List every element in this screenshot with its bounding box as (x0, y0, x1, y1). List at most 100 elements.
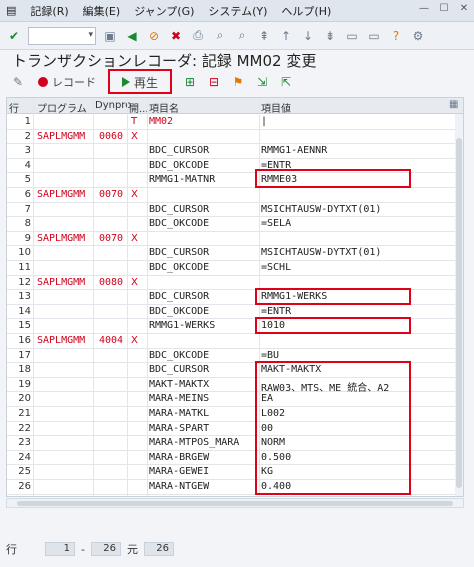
cell-dynpro: 4004 (99, 335, 124, 346)
cell-row-number: 7 (24, 203, 31, 215)
command-field[interactable]: ▾ (28, 26, 96, 45)
vertical-scrollbar[interactable] (455, 114, 463, 496)
next-page-icon[interactable]: ↓ (300, 28, 316, 44)
cell-field-value[interactable]: =SELA (261, 218, 291, 229)
minimize-icon[interactable]: — (418, 3, 430, 15)
cell-field-value[interactable]: =SCHL (261, 262, 291, 273)
new-session-icon[interactable]: ▭ (344, 28, 360, 44)
table-row[interactable]: 11 BDC_OKCODE =SCHL (7, 261, 455, 276)
header-value[interactable]: 項目値 (261, 100, 291, 115)
menu-item-edit[interactable]: 編集(E) (83, 3, 121, 19)
cell-field-value[interactable]: RMMG1-AENNR (261, 145, 327, 156)
row-to-field[interactable]: 26 (90, 542, 121, 556)
prev-page-icon[interactable]: ↑ (278, 28, 294, 44)
header-start[interactable]: 開... (129, 100, 149, 115)
cell-program: SAPLMGMM (37, 335, 86, 346)
cell-dynpro: 0080 (99, 276, 124, 288)
record-button[interactable]: レコード (34, 72, 100, 92)
table-row[interactable]: 9 SAPLMGMM 0070 X (7, 232, 455, 247)
cell-field-name: BDC_CURSOR (149, 364, 210, 376)
settings-icon[interactable]: ⚙ (410, 28, 426, 44)
cell-start-flag: X (131, 276, 138, 288)
cell-field-name: BDC_CURSOR (149, 291, 210, 303)
header-program[interactable]: プログラム (37, 100, 87, 115)
cell-field-value[interactable]: =ENTR (261, 306, 291, 317)
record-label: レコード (52, 76, 96, 89)
application-toolbar: ✎ レコード 再生 ⊞ ⊟ ⚑ ⇲ ⇱ (0, 70, 474, 94)
header-row[interactable]: 行 (9, 100, 19, 115)
shortcut-icon[interactable]: ▭ (366, 28, 382, 44)
cell-row-number: 15 (18, 320, 31, 332)
menu-item-jump[interactable]: ジャンプ(G) (134, 3, 194, 19)
cell-field-name: RMMG1-WERKS (149, 320, 216, 332)
export-icon[interactable]: ⇲ (254, 74, 270, 90)
cell-field-value[interactable]: | (261, 116, 267, 127)
cell-field-value[interactable]: MSICHTAUSW-DYTXT(01) (261, 247, 381, 258)
menu-item-record[interactable]: 記録(R) (30, 3, 68, 19)
row-total-field: 26 (143, 542, 174, 556)
screen-icon[interactable]: ⚑ (230, 74, 246, 90)
table-row[interactable]: 6 SAPLMGMM 0070 X (7, 188, 455, 203)
cell-field-name: MARA-SPART (149, 422, 210, 434)
scroll-thumb[interactable] (17, 501, 453, 506)
cell-row-number: 4 (24, 159, 31, 171)
enter-icon[interactable]: ✔ (6, 28, 22, 44)
table-row[interactable]: 8 BDC_OKCODE =SELA (7, 217, 455, 232)
cell-row-number: 19 (18, 378, 31, 390)
find-icon[interactable]: ⌕ (212, 28, 228, 44)
cell-row-number: 26 (18, 481, 31, 492)
pencil-icon[interactable]: ✎ (10, 74, 26, 90)
cell-start-flag: X (131, 189, 138, 200)
horizontal-scrollbar[interactable] (6, 498, 464, 508)
delete-line-icon[interactable]: ⊟ (206, 74, 222, 90)
print-icon[interactable]: ⎙ (190, 28, 206, 44)
cell-field-name: BDC_OKCODE (149, 349, 210, 361)
chevron-down-icon[interactable]: ▾ (88, 30, 93, 40)
value-highlight-box (255, 288, 411, 305)
find-next-icon[interactable]: ⌕ (234, 28, 250, 44)
menu-icon[interactable]: ▤ (6, 4, 16, 17)
cell-field-name: RMMG1-MATNR (149, 174, 216, 186)
cell-program: SAPLMGMM (37, 130, 86, 142)
footer-row-label: 行 (6, 543, 17, 556)
first-page-icon[interactable]: ⇞ (256, 28, 272, 44)
cell-field-value[interactable]: MSICHTAUSW-DYTXT(01) (261, 204, 381, 215)
table-row[interactable]: 7 BDC_CURSOR MSICHTAUSW-DYTXT(01) (7, 203, 455, 218)
cell-field-name: BDC_OKCODE (149, 159, 210, 171)
cell-row-number: 6 (24, 189, 31, 200)
cancel-icon[interactable]: ✖ (168, 28, 184, 44)
layout-icon[interactable]: ▦ (449, 99, 458, 110)
cell-field-value[interactable]: =BU (261, 350, 279, 361)
row-from-field[interactable]: 1 (45, 542, 75, 556)
table-row[interactable]: 16 SAPLMGMM 4004 X (7, 334, 455, 349)
cell-row-number: 2 (24, 130, 31, 142)
close-icon[interactable]: ✕ (458, 3, 470, 15)
table-row[interactable]: 1 T MM02 | (7, 115, 455, 130)
save-icon[interactable]: ▣ (102, 28, 118, 44)
menu-item-help[interactable]: ヘルプ(H) (281, 3, 331, 19)
last-page-icon[interactable]: ⇟ (322, 28, 338, 44)
maximize-icon[interactable]: ☐ (438, 3, 450, 15)
table-row[interactable]: 3 BDC_CURSOR RMMG1-AENNR (7, 144, 455, 159)
cell-dynpro: 0070 (99, 189, 124, 200)
table-row[interactable]: 2 SAPLMGMM 0060 X (7, 130, 455, 145)
footer-separator: - (81, 542, 85, 556)
import-icon[interactable]: ⇱ (278, 74, 294, 90)
table-row[interactable]: 10 BDC_CURSOR MSICHTAUSW-DYTXT(01) (7, 246, 455, 261)
insert-line-icon[interactable]: ⊞ (182, 74, 198, 90)
cell-start-flag: X (131, 130, 138, 142)
window-controls: — ☐ ✕ (418, 3, 470, 15)
scroll-thumb[interactable] (456, 138, 462, 488)
help-icon[interactable]: ? (388, 28, 404, 44)
menu-item-system[interactable]: システム(Y) (208, 3, 267, 19)
exit-icon[interactable]: ⊘ (146, 28, 162, 44)
header-field[interactable]: 項目名 (149, 100, 179, 115)
back-icon[interactable]: ◀ (124, 28, 140, 44)
cell-program: SAPLMGMM (37, 232, 86, 244)
cell-field-name: MARA-GEWEI (149, 466, 210, 478)
cell-row-number: 11 (18, 262, 31, 273)
cell-row-number: 16 (18, 335, 31, 346)
header-dynpro[interactable]: Dynpro (95, 100, 131, 111)
position-footer: 行 1 - 26 元 26 (6, 541, 174, 557)
cell-row-number: 21 (18, 408, 31, 419)
